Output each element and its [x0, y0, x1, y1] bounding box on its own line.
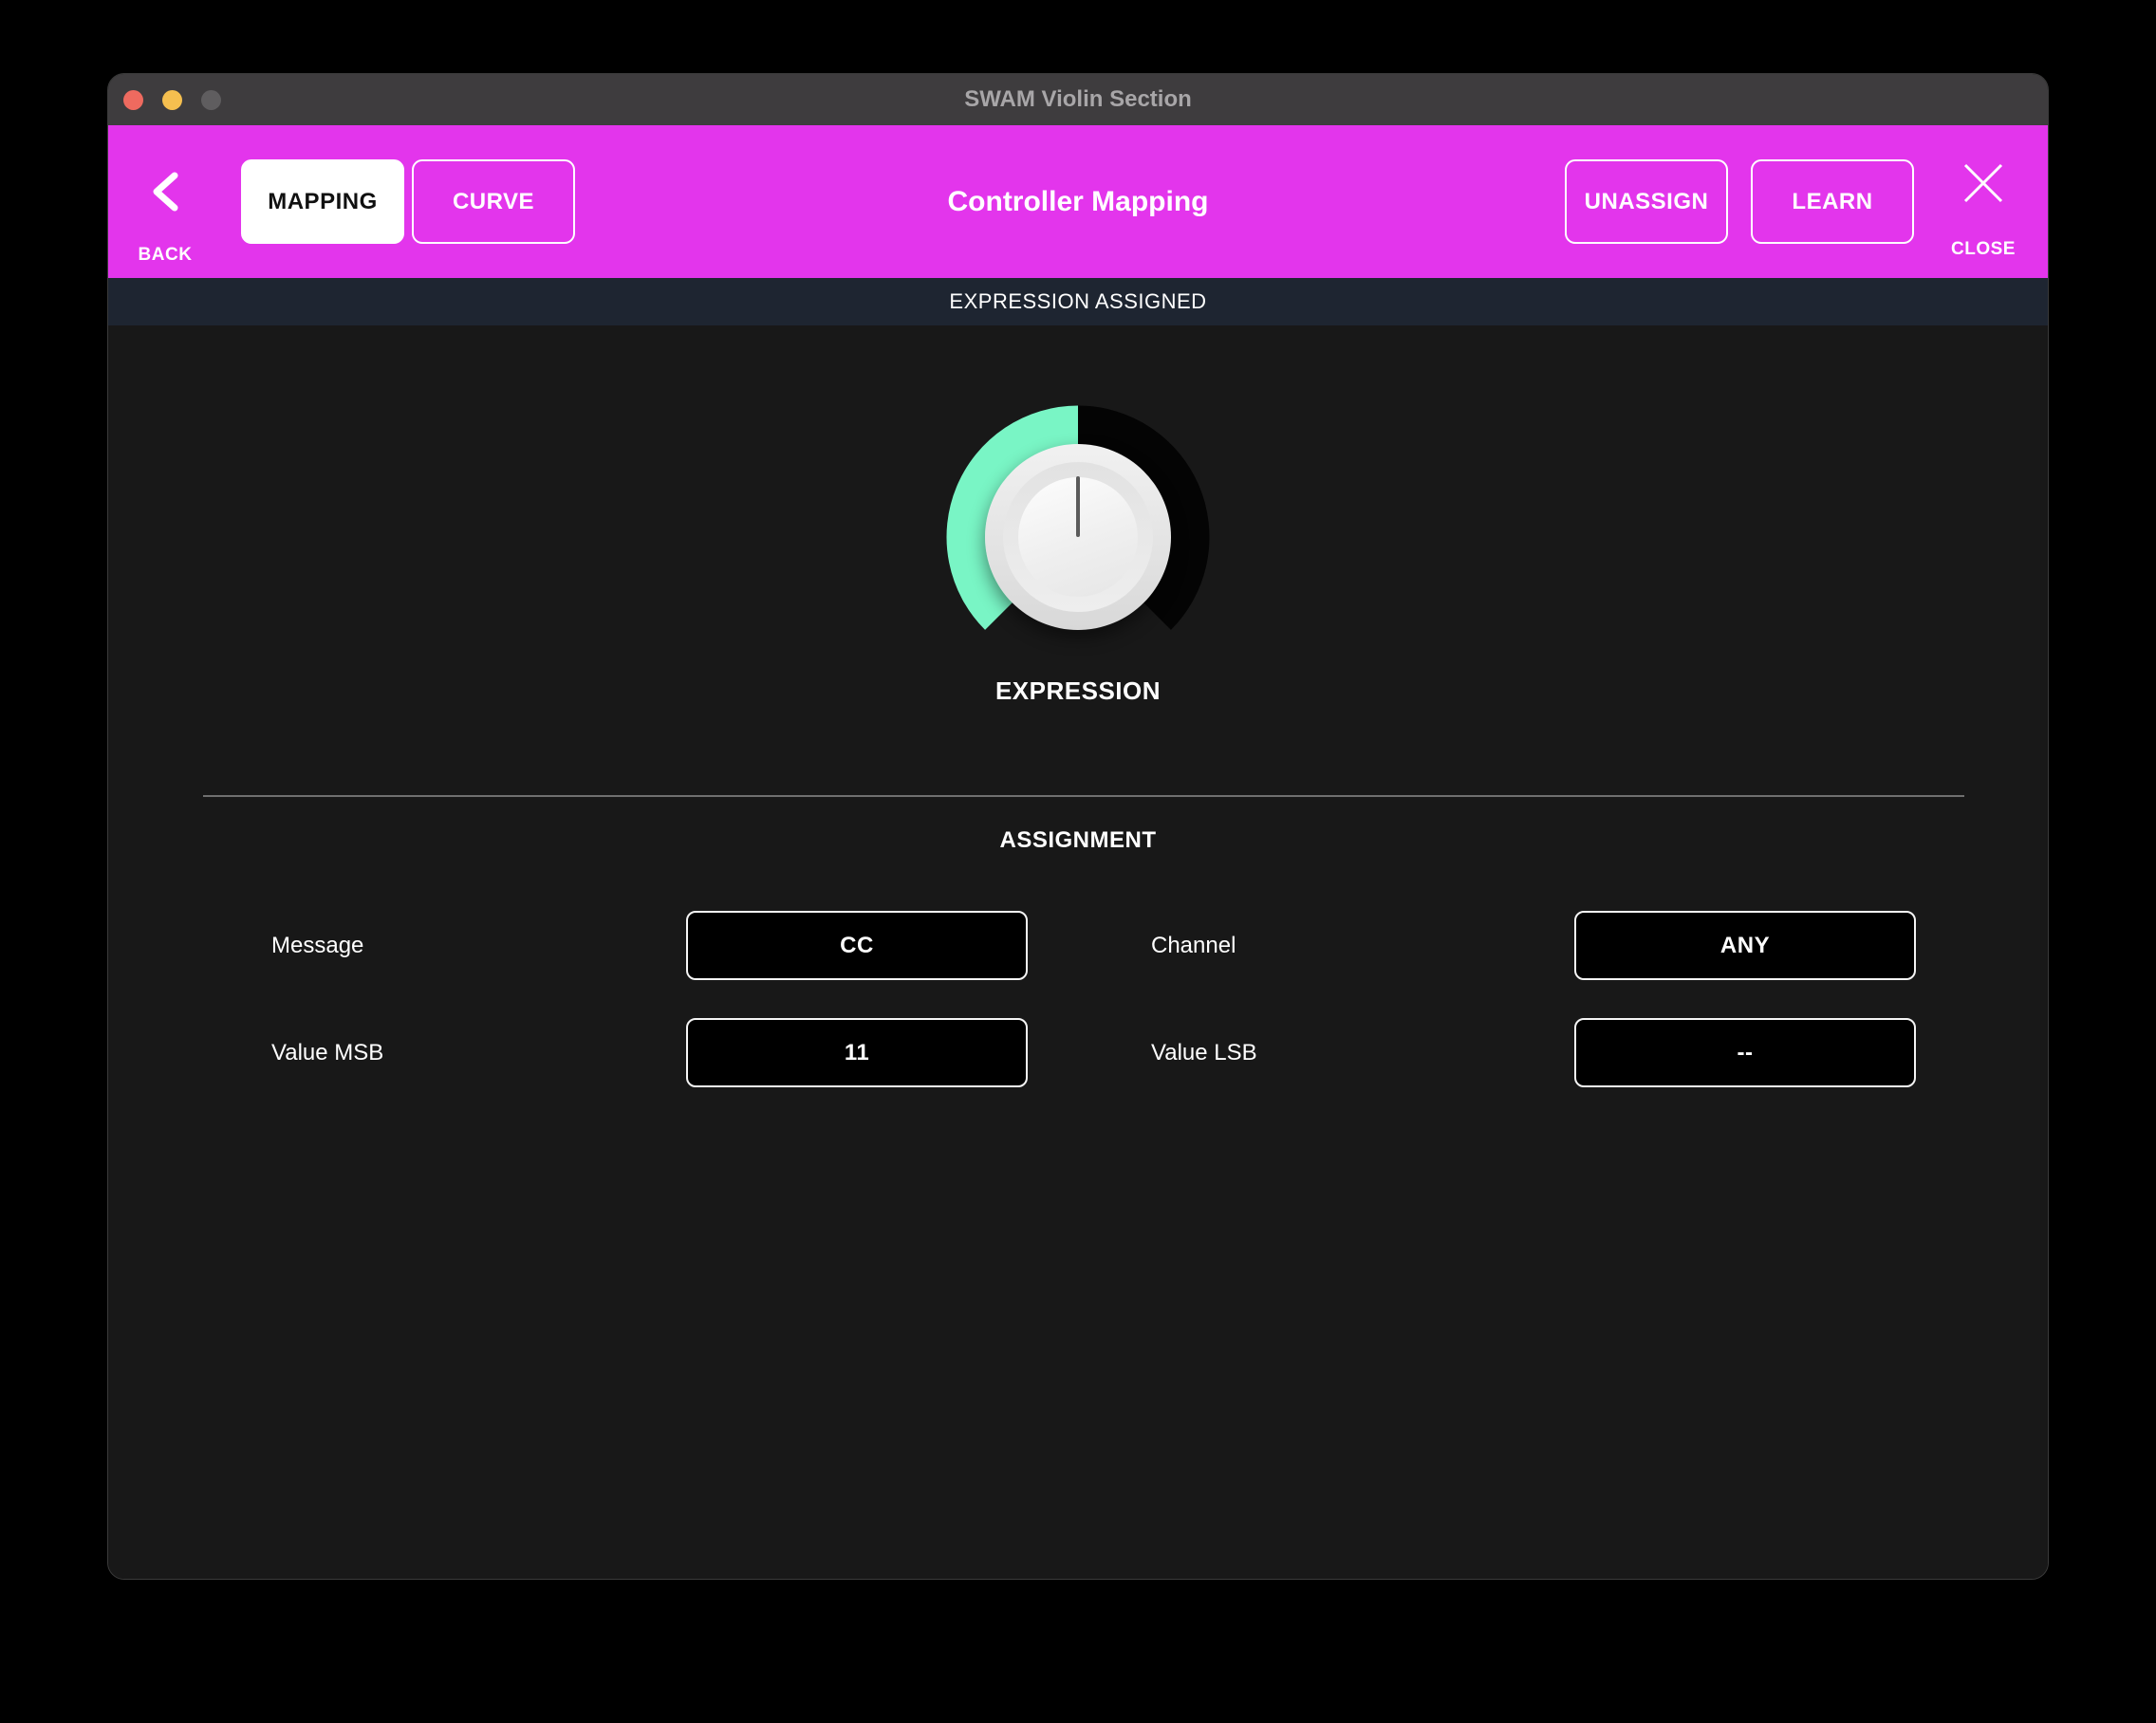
knob-body: [985, 444, 1171, 630]
close-button[interactable]: CLOSE: [1938, 161, 2029, 260]
traffic-lights: [123, 74, 221, 125]
status-text: EXPRESSION ASSIGNED: [949, 289, 1207, 313]
window-titlebar: SWAM Violin Section: [108, 74, 2048, 125]
header: BACK MAPPING CURVE Controller Mapping UN…: [108, 125, 2048, 278]
unassign-button[interactable]: UNASSIGN: [1565, 159, 1728, 244]
tab-mapping[interactable]: MAPPING: [241, 159, 404, 244]
channel-label: Channel: [1151, 932, 1236, 958]
close-label: CLOSE: [1951, 239, 2016, 259]
assignment-heading: ASSIGNMENT: [999, 827, 1157, 853]
assignment-row: Value MSB 11 Value LSB --: [108, 1018, 2048, 1087]
knob-pointer: [1076, 476, 1080, 537]
window-zoom-button[interactable]: [201, 89, 221, 110]
learn-button[interactable]: LEARN: [1751, 159, 1914, 244]
chevron-left-icon: [151, 171, 179, 215]
message-field[interactable]: CC: [686, 911, 1028, 980]
expression-knob[interactable]: [945, 404, 1211, 670]
close-x-icon: [1961, 161, 2005, 208]
window-close-button[interactable]: [123, 89, 143, 110]
section-divider: [203, 795, 1964, 797]
tab-curve[interactable]: CURVE: [412, 159, 575, 244]
window-minimize-button[interactable]: [162, 89, 182, 110]
value-msb-label: Value MSB: [271, 1039, 384, 1065]
value-lsb-label: Value LSB: [1151, 1039, 1257, 1065]
assignment-row: Message CC Channel ANY: [108, 911, 2048, 980]
app-window: SWAM Violin Section BACK MAPPING CURVE C…: [107, 73, 2049, 1580]
desktop: { "window": { "title": "SWAM Violin Sect…: [0, 0, 2156, 1723]
channel-field[interactable]: ANY: [1574, 911, 1916, 980]
value-lsb-field[interactable]: --: [1574, 1018, 1916, 1087]
status-bar: EXPRESSION ASSIGNED: [108, 278, 2048, 325]
knob-label: EXPRESSION: [994, 676, 1162, 705]
content-area: EXPRESSION ASSIGNMENT Message CC Channel…: [108, 325, 2048, 1579]
back-label: BACK: [138, 245, 193, 265]
value-msb-field[interactable]: 11: [686, 1018, 1028, 1087]
window-title: SWAM Violin Section: [964, 86, 1192, 112]
message-label: Message: [271, 932, 364, 958]
tab-bar: MAPPING CURVE: [241, 159, 575, 244]
back-button[interactable]: BACK: [129, 171, 201, 266]
header-actions: UNASSIGN LEARN: [1565, 159, 1914, 244]
